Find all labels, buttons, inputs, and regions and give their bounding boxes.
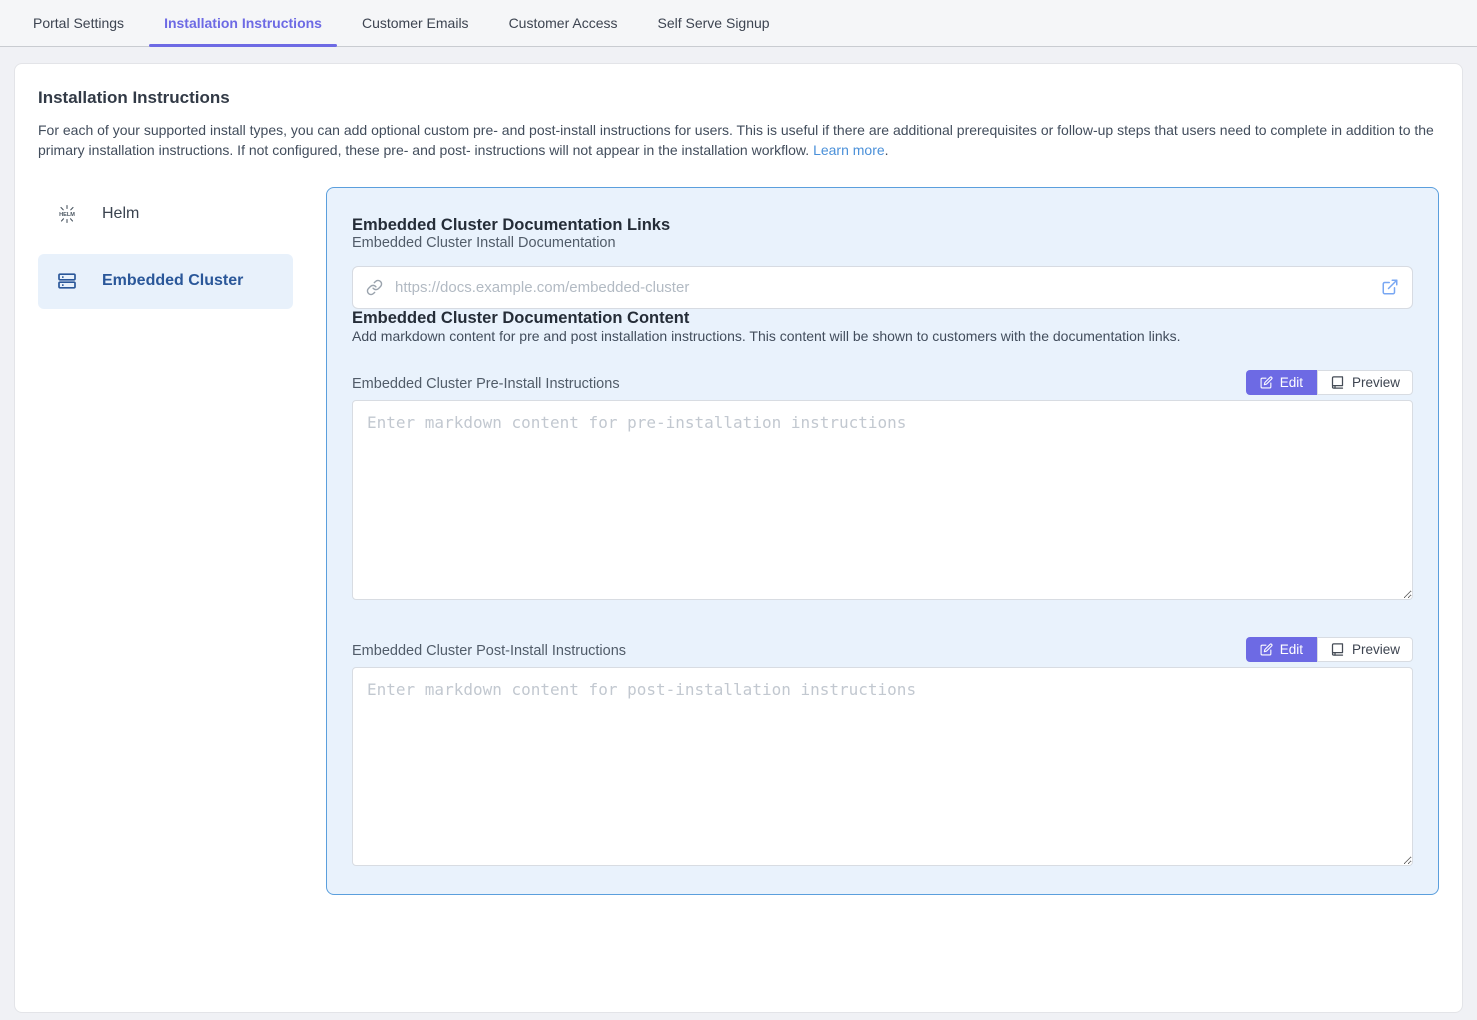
install-doc-input-wrap xyxy=(352,266,1413,309)
post-install-editor-header: Embedded Cluster Post-Install Instructio… xyxy=(352,637,1413,662)
install-doc-label: Embedded Cluster Install Documentation xyxy=(352,235,1413,251)
post-install-label: Embedded Cluster Post-Install Instructio… xyxy=(352,643,626,659)
post-install-edit-button[interactable]: Edit xyxy=(1246,637,1317,662)
server-stack-icon xyxy=(57,271,77,291)
post-install-mode-toggle: Edit Preview xyxy=(1246,637,1413,662)
pre-install-label: Embedded Cluster Pre-Install Instruction… xyxy=(352,376,620,392)
edit-button-label: Edit xyxy=(1280,375,1303,390)
page-description-text: For each of your supported install types… xyxy=(38,122,1434,158)
page-title: Installation Instructions xyxy=(38,88,1439,108)
post-install-markdown-textarea[interactable] xyxy=(352,667,1413,866)
pre-install-preview-button[interactable]: Preview xyxy=(1317,370,1413,395)
edit-icon xyxy=(1260,643,1273,656)
documentation-links-heading: Embedded Cluster Documentation Links xyxy=(352,216,1413,235)
tab-installation-instructions[interactable]: Installation Instructions xyxy=(149,0,337,46)
tab-customer-emails[interactable]: Customer Emails xyxy=(347,0,484,46)
preview-button-label: Preview xyxy=(1352,375,1400,390)
installation-instructions-card: Installation Instructions For each of yo… xyxy=(14,63,1463,1013)
book-icon xyxy=(1330,375,1345,390)
sidebar-item-label: Helm xyxy=(102,205,139,223)
sidebar-item-embedded-cluster[interactable]: Embedded Cluster xyxy=(38,254,293,309)
preview-button-label: Preview xyxy=(1352,642,1400,657)
install-type-nav: HELM Helm Embedded Cluster xyxy=(38,187,293,309)
svg-text:HELM: HELM xyxy=(59,212,75,218)
install-doc-url-input[interactable] xyxy=(393,278,1371,297)
documentation-content-heading: Embedded Cluster Documentation Content xyxy=(352,309,1413,328)
page-description: For each of your supported install types… xyxy=(38,120,1439,161)
learn-more-link[interactable]: Learn more xyxy=(813,142,885,158)
pre-install-edit-button[interactable]: Edit xyxy=(1246,370,1317,395)
content-row: HELM Helm Embedded Cluster xyxy=(38,187,1439,895)
documentation-content-description: Add markdown content for pre and post in… xyxy=(352,328,1413,344)
book-icon xyxy=(1330,642,1345,657)
external-link-icon[interactable] xyxy=(1381,278,1399,296)
tab-customer-access[interactable]: Customer Access xyxy=(494,0,633,46)
tab-self-serve-signup[interactable]: Self Serve Signup xyxy=(643,0,785,46)
edit-button-label: Edit xyxy=(1280,642,1303,657)
settings-tab-bar: Portal Settings Installation Instruction… xyxy=(0,0,1477,47)
tab-portal-settings[interactable]: Portal Settings xyxy=(18,0,139,46)
sidebar-item-helm[interactable]: HELM Helm xyxy=(38,187,293,242)
edit-icon xyxy=(1260,376,1273,389)
post-install-preview-button[interactable]: Preview xyxy=(1317,637,1413,662)
pre-install-editor-header: Embedded Cluster Pre-Install Instruction… xyxy=(352,370,1413,395)
pre-install-markdown-textarea[interactable] xyxy=(352,400,1413,600)
pre-install-mode-toggle: Edit Preview xyxy=(1246,370,1413,395)
link-icon xyxy=(366,279,383,296)
embedded-cluster-panel: Embedded Cluster Documentation Links Emb… xyxy=(326,187,1439,895)
sidebar-item-label: Embedded Cluster xyxy=(102,272,243,290)
learn-more-period: . xyxy=(885,142,889,158)
helm-wheel-icon: HELM xyxy=(57,204,77,224)
